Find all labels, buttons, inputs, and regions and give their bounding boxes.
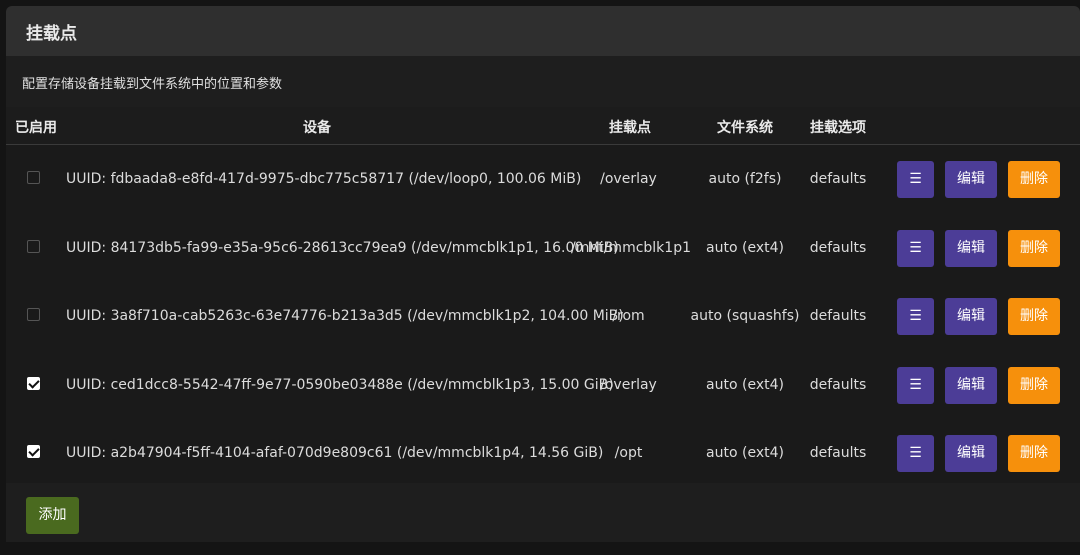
hamburger-icon: ☰ [909, 308, 922, 325]
menu-button[interactable]: ☰ [897, 161, 934, 198]
edit-button[interactable]: 编辑 [945, 298, 997, 336]
device-cell: UUID: ced1dcc8-5542-47ff-9e77-0590be0348… [66, 376, 614, 393]
col-filesystem: 文件系统 [717, 120, 773, 136]
options-cell: defaults [809, 171, 867, 187]
device-cell: UUID: 3a8f710a-cab5263c-63e74776-b213a3d… [66, 308, 624, 325]
device-cell: UUID: a2b47904-f5ff-4104-afaf-070d9e809c… [66, 445, 604, 462]
col-options: 挂载选项 [810, 120, 866, 136]
add-button[interactable]: 添加 [26, 497, 79, 534]
edit-button[interactable]: 编辑 [945, 435, 997, 473]
delete-button[interactable]: 删除 [1008, 161, 1060, 198]
hamburger-icon: ☰ [909, 171, 922, 187]
delete-button[interactable]: 删除 [1008, 366, 1060, 404]
mountpoint-cell: /mnt/mmcblk1p1 [571, 239, 691, 256]
table-row: UUID: a2b47904-f5ff-4104-afaf-070d9e809c… [6, 419, 1080, 487]
menu-button[interactable]: ☰ [897, 229, 934, 267]
mount-table: 已启用 设备 挂载点 文件系统 挂载选项 UUID: fdbaada8-e8fd… [6, 107, 1080, 483]
device-cell: UUID: 84173db5-fa99-e35a-95c6-28613cc79e… [66, 239, 619, 256]
filesystem-cell: auto (ext4) [706, 376, 784, 393]
options-cell: defaults [809, 376, 867, 393]
options-cell: defaults [809, 239, 867, 256]
enabled-checkbox[interactable] [27, 376, 40, 390]
delete-button[interactable]: 删除 [1008, 298, 1060, 336]
col-device: 设备 [303, 120, 331, 136]
filesystem-cell: auto (f2fs) [708, 171, 782, 187]
edit-button[interactable]: 编辑 [945, 229, 997, 267]
filesystem-cell: auto (ext4) [706, 445, 784, 462]
device-cell: UUID: fdbaada8-e8fd-417d-9975-dbc775c587… [66, 171, 582, 187]
filesystem-cell: auto (squashfs) [690, 308, 800, 325]
section-description: 配置存储设备挂载到文件系统中的位置和参数 [22, 77, 283, 92]
table-row: UUID: ced1dcc8-5542-47ff-9e77-0590be0348… [6, 351, 1080, 419]
col-mountpoint: 挂载点 [609, 120, 651, 136]
edit-button[interactable]: 编辑 [945, 366, 997, 404]
table-row: UUID: fdbaada8-e8fd-417d-9975-dbc775c587… [6, 145, 1080, 213]
hamburger-icon: ☰ [909, 376, 922, 393]
table-row: UUID: 3a8f710a-cab5263c-63e74776-b213a3d… [6, 282, 1080, 350]
menu-button[interactable]: ☰ [897, 435, 934, 473]
menu-button[interactable]: ☰ [897, 366, 934, 404]
page-title: 挂载点 [26, 24, 77, 44]
menu-button[interactable]: ☰ [897, 298, 934, 336]
delete-button[interactable]: 删除 [1008, 435, 1060, 473]
mountpoint-cell: /overlay [600, 171, 657, 187]
edit-button[interactable]: 编辑 [945, 161, 997, 198]
table-row: UUID: 84173db5-fa99-e35a-95c6-28613cc79e… [6, 214, 1080, 282]
options-cell: defaults [809, 445, 867, 462]
enabled-checkbox[interactable] [27, 239, 40, 253]
mountpoint-cell: /rom [612, 308, 645, 325]
col-enabled: 已启用 [15, 120, 57, 136]
options-cell: defaults [809, 308, 867, 325]
mountpoint-cell: /opt [614, 445, 643, 462]
enabled-checkbox[interactable] [27, 308, 40, 322]
enabled-checkbox[interactable] [27, 171, 40, 184]
page-header: 挂载点 [6, 6, 1080, 56]
hamburger-icon: ☰ [909, 239, 922, 256]
enabled-checkbox[interactable] [27, 445, 40, 459]
mount-points-panel: 配置存储设备挂载到文件系统中的位置和参数 已启用 设备 挂载点 文件系统 挂载选… [6, 56, 1080, 542]
mountpoint-cell: /overlay [600, 376, 657, 393]
hamburger-icon: ☰ [909, 445, 922, 462]
filesystem-cell: auto (ext4) [706, 239, 784, 256]
delete-button[interactable]: 删除 [1008, 229, 1060, 267]
table-header: 已启用 设备 挂载点 文件系统 挂载选项 [6, 107, 1080, 145]
